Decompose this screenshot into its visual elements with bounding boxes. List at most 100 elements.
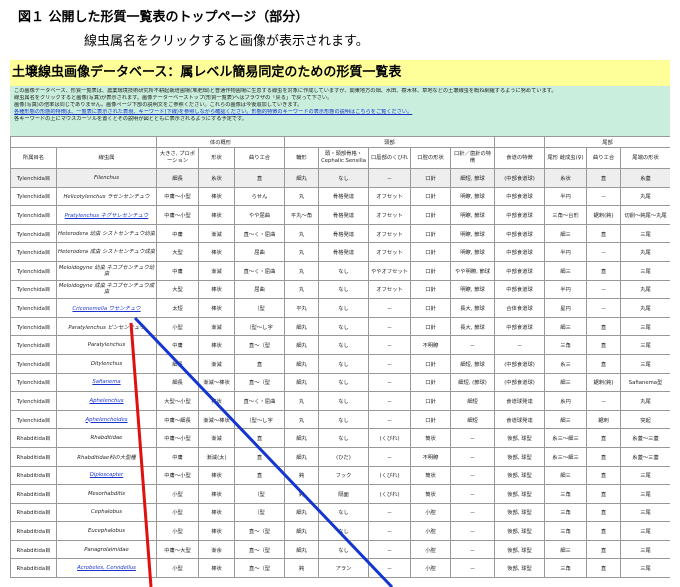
trait-cell: － — [450, 335, 496, 355]
trait-cell: － — [368, 539, 412, 560]
trait-cell: (中部食道球) — [494, 353, 546, 374]
intro-keyword-link[interactable]: 各種形態の形態的特徴は、一覧表に表示された表現、キーワード(下線)を参照しながら… — [14, 109, 666, 116]
trait-cell: 棒状 — [198, 502, 235, 523]
trait-cell: 漸減 — [198, 223, 235, 244]
trait-cell: 三尾 — [620, 465, 670, 486]
table-row: Tylenchida目 Paratylenchus ピンセンチュウ 小型 漸減 （型～し… — [10, 316, 670, 337]
trait-cell: 直 — [586, 353, 622, 374]
genus-link[interactable]: Aphelenchoides — [56, 409, 157, 430]
trait-cell: 直 — [586, 502, 622, 523]
trait-cell: オフセット — [368, 205, 412, 225]
trait-cell: 細長 — [156, 353, 199, 374]
trait-cell: 漸減～棒状 — [198, 372, 235, 393]
trait-cell: やや屈曲 — [233, 205, 286, 225]
column-header: 頭・頭部骨格・Cephalic Sensilla — [318, 147, 370, 169]
trait-cell: － — [450, 484, 496, 504]
trait-cell: Safianema型 — [620, 372, 670, 393]
genus-link[interactable]: Safianema — [56, 372, 157, 393]
trait-cell: 太短 — [156, 298, 199, 318]
genus-link[interactable]: Criconemella ワセンチュウ — [56, 298, 157, 318]
table-row: Tylenchida目 Filenchus 細長 糸状直細丸 なし－口針 細短, 節球 (中… — [10, 168, 670, 188]
trait-cell: 鈍 — [284, 484, 320, 504]
trait-cell: 不明瞭 — [410, 335, 452, 355]
trait-cell: 中庸～小型 — [156, 205, 199, 225]
genus-link[interactable]: Pratylenchus ネグサレセンチュウ — [56, 205, 157, 225]
trait-cell: 口針 — [410, 223, 452, 244]
trait-cell: 筒状 — [410, 484, 452, 504]
table-row: Tylenchida目 Helicotylenchus ラセンセンチュウ 中庸～小型… — [10, 186, 670, 207]
trait-cell: － — [494, 335, 546, 355]
trait-cell: － — [450, 521, 496, 541]
trait-cell: 直 — [233, 446, 286, 467]
trait-cell: 骨格発達 — [318, 223, 370, 244]
trait-cell: 中部食道球 — [494, 205, 546, 225]
order-cell: Rhabditida目 — [10, 484, 57, 504]
genus-link[interactable]: Aphelenchus — [56, 391, 157, 411]
trait-cell: 細丸 — [284, 168, 320, 188]
trait-cell: 小腔 — [410, 558, 452, 579]
trait-cell: 棒状 — [198, 279, 235, 300]
trait-cell: 直 — [586, 484, 622, 504]
trait-cell: なし — [318, 428, 370, 448]
order-cell: Tylenchida目 — [10, 353, 57, 374]
table-row: Tylenchida目 Aphelenchoides 中庸～細長 漸減～棒状 （型～し字… — [10, 409, 670, 430]
trait-cell: 丸 — [284, 260, 320, 281]
trait-cell: － — [450, 502, 496, 523]
trait-cell: 平丸～角 — [284, 205, 320, 225]
trait-cell: 小型 — [156, 502, 199, 523]
order-cell: Rhabditida目 — [10, 539, 57, 560]
figure-subcaption: 線虫属名をクリックすると画像が表示されます。 — [84, 34, 369, 49]
trait-cell: 口針 — [410, 279, 452, 300]
intro-line: この画像データベース、形質一覧表は、農業環境技術研究所不耕起栽培圃場(堆肥畑)と… — [14, 88, 557, 94]
trait-cell: 棒状 — [198, 558, 235, 579]
genus-link[interactable]: Acrobeles, Cervidellus — [56, 558, 157, 579]
trait-cell: 中部食道球 — [494, 223, 546, 244]
trait-cell: 後部, 球型 — [494, 558, 546, 579]
column-header: 輪形 — [284, 147, 320, 169]
order-cell: Tylenchida目 — [10, 223, 57, 244]
trait-cell: 直～く・屈曲 — [233, 260, 286, 281]
trait-cell: なし — [318, 502, 370, 523]
trait-cell: 口針 — [410, 316, 452, 337]
trait-cell: 丸 — [284, 391, 320, 411]
trait-cell: 細丸 — [284, 502, 320, 523]
trait-cell: フック — [318, 465, 370, 486]
genus-cell: Paratylenchus — [56, 335, 157, 355]
trait-cell: 明瞭, 節球 — [450, 205, 496, 225]
trait-cell: 直～（型 — [233, 539, 286, 560]
trait-cell: 屈曲 — [233, 279, 286, 300]
trait-cell: 明瞭, 節球 — [450, 186, 496, 207]
trait-cell: 中部食道球 — [494, 260, 546, 281]
trait-cell: 細丸 — [284, 335, 320, 355]
header-group-head: 頭部 — [284, 136, 496, 148]
trait-cell: － — [368, 502, 412, 523]
trait-cell: 口針 — [410, 391, 452, 411]
trait-cell: 直～く・屈曲 — [233, 391, 286, 411]
order-cell: Rhabditida目 — [10, 502, 57, 523]
figure-caption: 図１ 公開した形質一覧表のトップページ（部分） — [18, 10, 309, 25]
genus-cell: Ditylenchus — [56, 353, 157, 374]
genus-cell: Mesorhabditis — [56, 484, 157, 504]
trait-cell: 中庸 — [156, 446, 199, 467]
trait-cell: なし — [318, 260, 370, 281]
trait-cell: 隔面 — [318, 484, 370, 504]
trait-cell: 細丸 — [284, 353, 320, 374]
order-cell: Rhabditida目 — [10, 558, 57, 579]
trait-cell: なし — [318, 316, 370, 337]
trait-cell: 丸 — [284, 242, 320, 262]
genus-cell: Rhabditidae — [56, 428, 157, 448]
trait-cell: 後部, 球型 — [494, 539, 546, 560]
trait-cell: 口針 — [410, 409, 452, 430]
trait-cell: － — [368, 409, 412, 430]
trait-cell: 三尾 — [620, 558, 670, 579]
trait-cell: 後部, 球型 — [494, 446, 546, 467]
trait-cell: － — [368, 298, 412, 318]
trait-cell: 棒状 — [198, 242, 235, 262]
genus-link[interactable]: Diploscapter — [56, 465, 157, 486]
column-header: 形状 — [198, 147, 235, 169]
trait-cell: 直 — [586, 168, 622, 188]
trait-cell: 小型 — [156, 558, 199, 579]
trait-cell: 直 — [586, 465, 622, 486]
genus-cell: Eucephalobus — [56, 521, 157, 541]
genus-cell: Helicotylenchus ラセンセンチュウ — [56, 186, 157, 207]
